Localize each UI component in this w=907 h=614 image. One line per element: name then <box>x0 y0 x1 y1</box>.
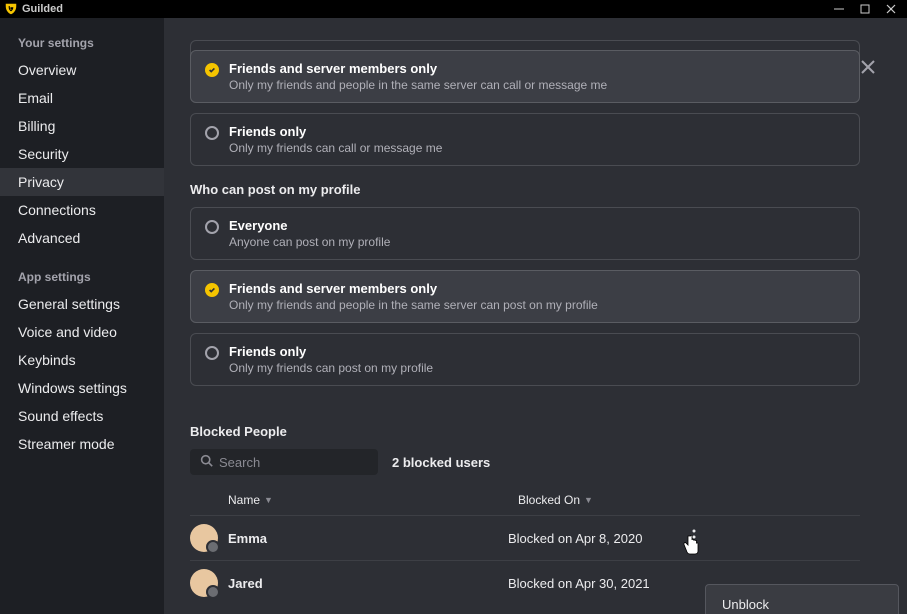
profile-option-friends-server[interactable]: Friends and server members only Only my … <box>190 270 860 323</box>
avatar <box>190 569 218 597</box>
blocked-count: 2 blocked users <box>392 455 490 470</box>
option-title: Friends and server members only <box>229 61 607 76</box>
close-icon[interactable] <box>859 58 877 79</box>
sidebar: Your settings Overview Email Billing Sec… <box>0 18 164 614</box>
main-panel: Friends and server members only Only my … <box>164 18 907 614</box>
titlebar-title: Guilded <box>22 3 63 15</box>
option-title: Friends only <box>229 124 442 139</box>
window-close-icon[interactable] <box>885 3 897 15</box>
col-name[interactable]: Name ▼ <box>190 493 518 507</box>
chevron-down-icon: ▼ <box>264 495 273 505</box>
sidebar-item-keybinds[interactable]: Keybinds <box>0 346 164 374</box>
option-desc: Only my friends and people in the same s… <box>229 298 598 312</box>
search-icon <box>200 454 213 470</box>
sidebar-item-security[interactable]: Security <box>0 140 164 168</box>
sidebar-item-advanced[interactable]: Advanced <box>0 224 164 252</box>
radio-icon <box>205 220 219 234</box>
radio-checked-icon <box>205 63 219 77</box>
sidebar-item-windows[interactable]: Windows settings <box>0 374 164 402</box>
radio-checked-icon <box>205 283 219 297</box>
blocked-name: Jared <box>228 576 508 591</box>
context-menu: Unblock <box>705 584 899 614</box>
profile-option-friends-only[interactable]: Friends only Only my friends can post on… <box>190 333 860 386</box>
sidebar-heading-app: App settings <box>0 262 164 290</box>
search-box[interactable] <box>190 449 378 475</box>
sidebar-item-voice-video[interactable]: Voice and video <box>0 318 164 346</box>
cursor-hand-icon <box>682 534 700 554</box>
titlebar: Guilded <box>0 0 907 18</box>
radio-icon <box>205 126 219 140</box>
blocked-date: Blocked on Apr 8, 2020 <box>508 531 642 546</box>
sidebar-item-streamer[interactable]: Streamer mode <box>0 430 164 458</box>
option-title: Friends and server members only <box>229 281 598 296</box>
avatar <box>190 524 218 552</box>
context-item-unblock[interactable]: Unblock <box>706 591 898 614</box>
profile-option-everyone[interactable]: Everyone Anyone can post on my profile <box>190 207 860 260</box>
guilded-logo-icon <box>4 2 18 16</box>
section-title-profile: Who can post on my profile <box>190 182 860 197</box>
sidebar-item-overview[interactable]: Overview <box>0 56 164 84</box>
option-desc: Only my friends and people in the same s… <box>229 78 607 92</box>
option-desc: Only my friends can post on my profile <box>229 361 433 375</box>
chevron-down-icon: ▼ <box>584 495 593 505</box>
blocked-name: Emma <box>228 531 508 546</box>
sidebar-item-billing[interactable]: Billing <box>0 112 164 140</box>
sidebar-item-privacy[interactable]: Privacy <box>0 168 164 196</box>
search-input[interactable] <box>219 455 395 470</box>
col-blocked-on[interactable]: Blocked On ▼ <box>518 493 860 507</box>
window-minimize-icon[interactable] <box>833 3 845 15</box>
option-title: Friends only <box>229 344 433 359</box>
blocked-date: Blocked on Apr 30, 2021 <box>508 576 650 591</box>
blocked-row[interactable]: Emma Blocked on Apr 8, 2020 <box>190 515 860 560</box>
sidebar-heading-your: Your settings <box>0 28 164 56</box>
more-icon[interactable] <box>692 529 696 548</box>
radio-icon <box>205 346 219 360</box>
option-desc: Only my friends can call or message me <box>229 141 442 155</box>
sidebar-item-general[interactable]: General settings <box>0 290 164 318</box>
sidebar-item-connections[interactable]: Connections <box>0 196 164 224</box>
window-maximize-icon[interactable] <box>859 3 871 15</box>
option-title: Everyone <box>229 218 390 233</box>
option-desc: Anyone can post on my profile <box>229 235 390 249</box>
contact-option-friends-only[interactable]: Friends only Only my friends can call or… <box>190 113 860 166</box>
contact-option-friends-server[interactable]: Friends and server members only Only my … <box>190 50 860 103</box>
sidebar-item-sound[interactable]: Sound effects <box>0 402 164 430</box>
blocked-people-title: Blocked People <box>190 424 860 439</box>
table-header: Name ▼ Blocked On ▼ <box>190 475 860 515</box>
sidebar-item-email[interactable]: Email <box>0 84 164 112</box>
